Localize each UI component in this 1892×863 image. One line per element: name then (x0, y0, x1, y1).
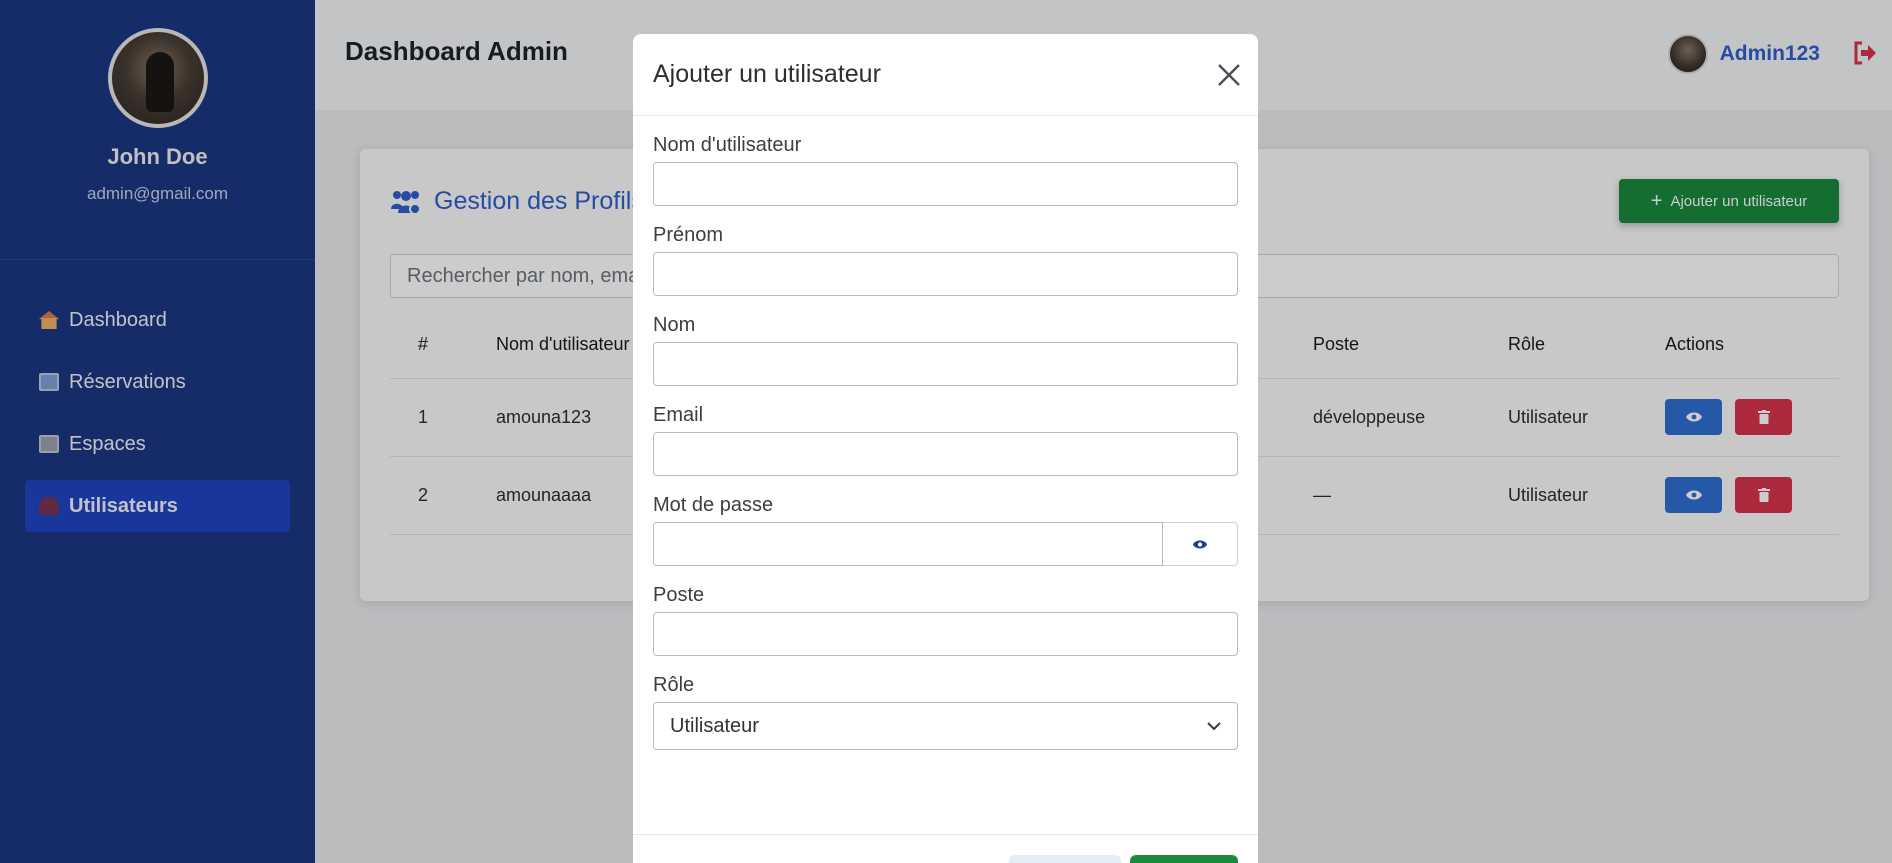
prenom-field-group: Prénom (653, 224, 1238, 296)
role-label: Rôle (653, 674, 695, 696)
prenom-label: Prénom (653, 224, 724, 246)
password-field[interactable] (653, 522, 1163, 566)
role-select[interactable]: Utilisateur (653, 702, 1238, 750)
poste-label: Poste (653, 584, 705, 606)
cancel-button[interactable] (1009, 855, 1121, 863)
submit-button[interactable] (1130, 855, 1238, 863)
add-user-modal: Ajouter un utilisateur Nom d'utilisateur… (633, 34, 1258, 863)
chevron-down-icon (1207, 721, 1221, 730)
modal-footer (633, 834, 1258, 863)
role-field-group: Rôle Utilisateur (653, 674, 1238, 750)
password-input-group (653, 522, 1238, 566)
username-field-group: Nom d'utilisateur (653, 134, 1238, 206)
email-label: Email (653, 404, 704, 426)
poste-field[interactable] (653, 612, 1238, 656)
username-label: Nom d'utilisateur (653, 134, 802, 156)
toggle-password-button[interactable] (1163, 522, 1238, 566)
close-icon[interactable] (1216, 62, 1242, 88)
email-field-group: Email (653, 404, 1238, 476)
nom-field-group: Nom (653, 314, 1238, 386)
modal-title: Ajouter un utilisateur (653, 60, 881, 88)
password-label: Mot de passe (653, 494, 774, 516)
username-field[interactable] (653, 162, 1238, 206)
eye-icon (1192, 540, 1208, 548)
nom-field[interactable] (653, 342, 1238, 386)
password-field-group: Mot de passe (653, 494, 1238, 566)
prenom-field[interactable] (653, 252, 1238, 296)
poste-field-group: Poste (653, 584, 1238, 656)
email-field[interactable] (653, 432, 1238, 476)
role-select-value: Utilisateur (670, 714, 759, 737)
nom-label: Nom (653, 314, 696, 336)
modal-body: Nom d'utilisateur Prénom Nom Email Mot d… (633, 116, 1258, 750)
modal-header: Ajouter un utilisateur (633, 34, 1258, 116)
